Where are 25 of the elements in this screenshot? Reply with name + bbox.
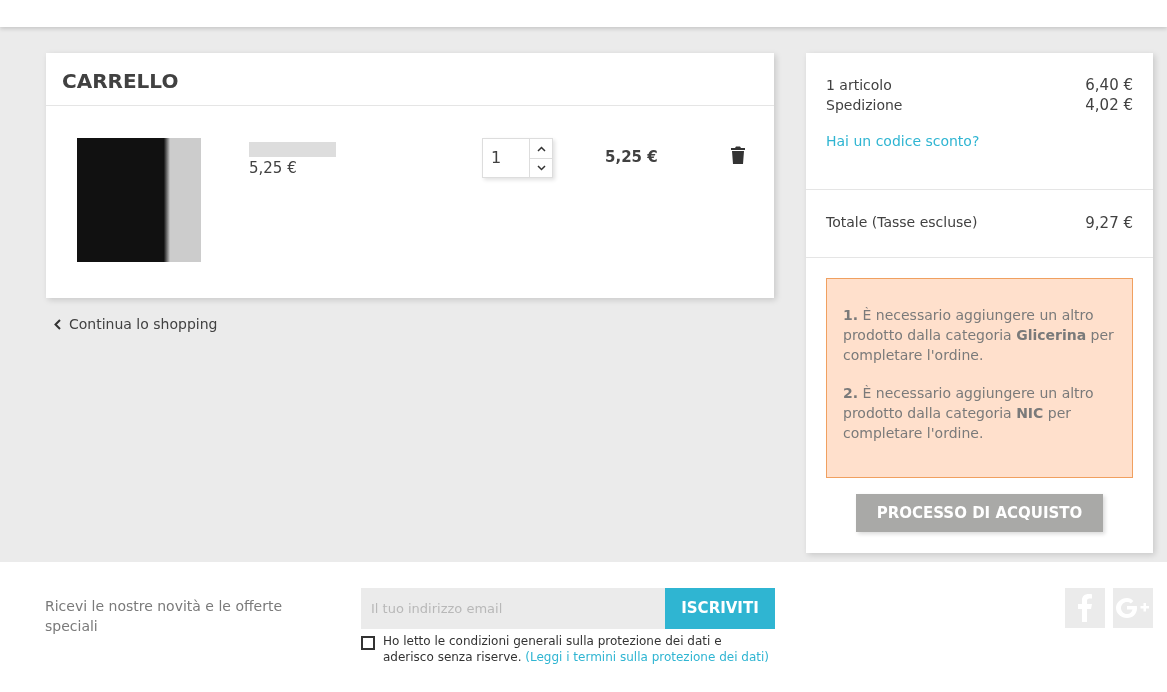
summary-label: 1 articolo	[826, 76, 892, 95]
increment-button[interactable]	[530, 139, 552, 158]
line-total: 5,25 €	[605, 147, 659, 168]
chevron-left-icon	[54, 319, 61, 330]
newsletter-text: Ricevi le nostre novità e le offerte speciali	[45, 597, 284, 636]
total-label: Totale (Tasse escluse)	[826, 213, 978, 232]
summary-value: 4,02 €	[1085, 95, 1133, 115]
chevron-up-icon	[536, 145, 546, 152]
chevron-down-icon	[536, 165, 546, 171]
total-value: 9,27 €	[1085, 213, 1133, 234]
privacy-terms-link[interactable]: (Leggi i termini sulla protezione dei dati)	[525, 650, 769, 664]
summary-value: 6,40 €	[1085, 75, 1133, 95]
consent-text: Ho letto le condizioni generali sulla protezione dei dati e aderisco senza riserve. (Leggi i termini sulla protezione dei dati)	[383, 633, 770, 665]
consent-checkbox[interactable]	[361, 636, 375, 650]
cart-title: CARRELLO	[46, 53, 774, 106]
subscribe-button[interactable]: ISCRIVITI	[665, 588, 775, 629]
alert-message: 2. È necessario aggiungere un altro prodotto dalla categoria NIC per completare l'ordine.	[843, 383, 1095, 443]
trash-icon[interactable]	[730, 144, 746, 162]
promo-code-link[interactable]: Hai un codice sconto?	[826, 131, 980, 152]
decrement-button[interactable]	[530, 158, 552, 177]
quantity-field[interactable]: 1	[482, 138, 553, 178]
continue-shopping-link[interactable]: Continua lo shopping	[54, 314, 218, 335]
alert-message: 1. È necessario aggiungere un altro prodotto dalla categoria Glicerina per completare l'ordine.	[843, 305, 1115, 365]
unit-price: 5,25 €	[249, 158, 298, 179]
summary-label: Spedizione	[826, 96, 903, 115]
